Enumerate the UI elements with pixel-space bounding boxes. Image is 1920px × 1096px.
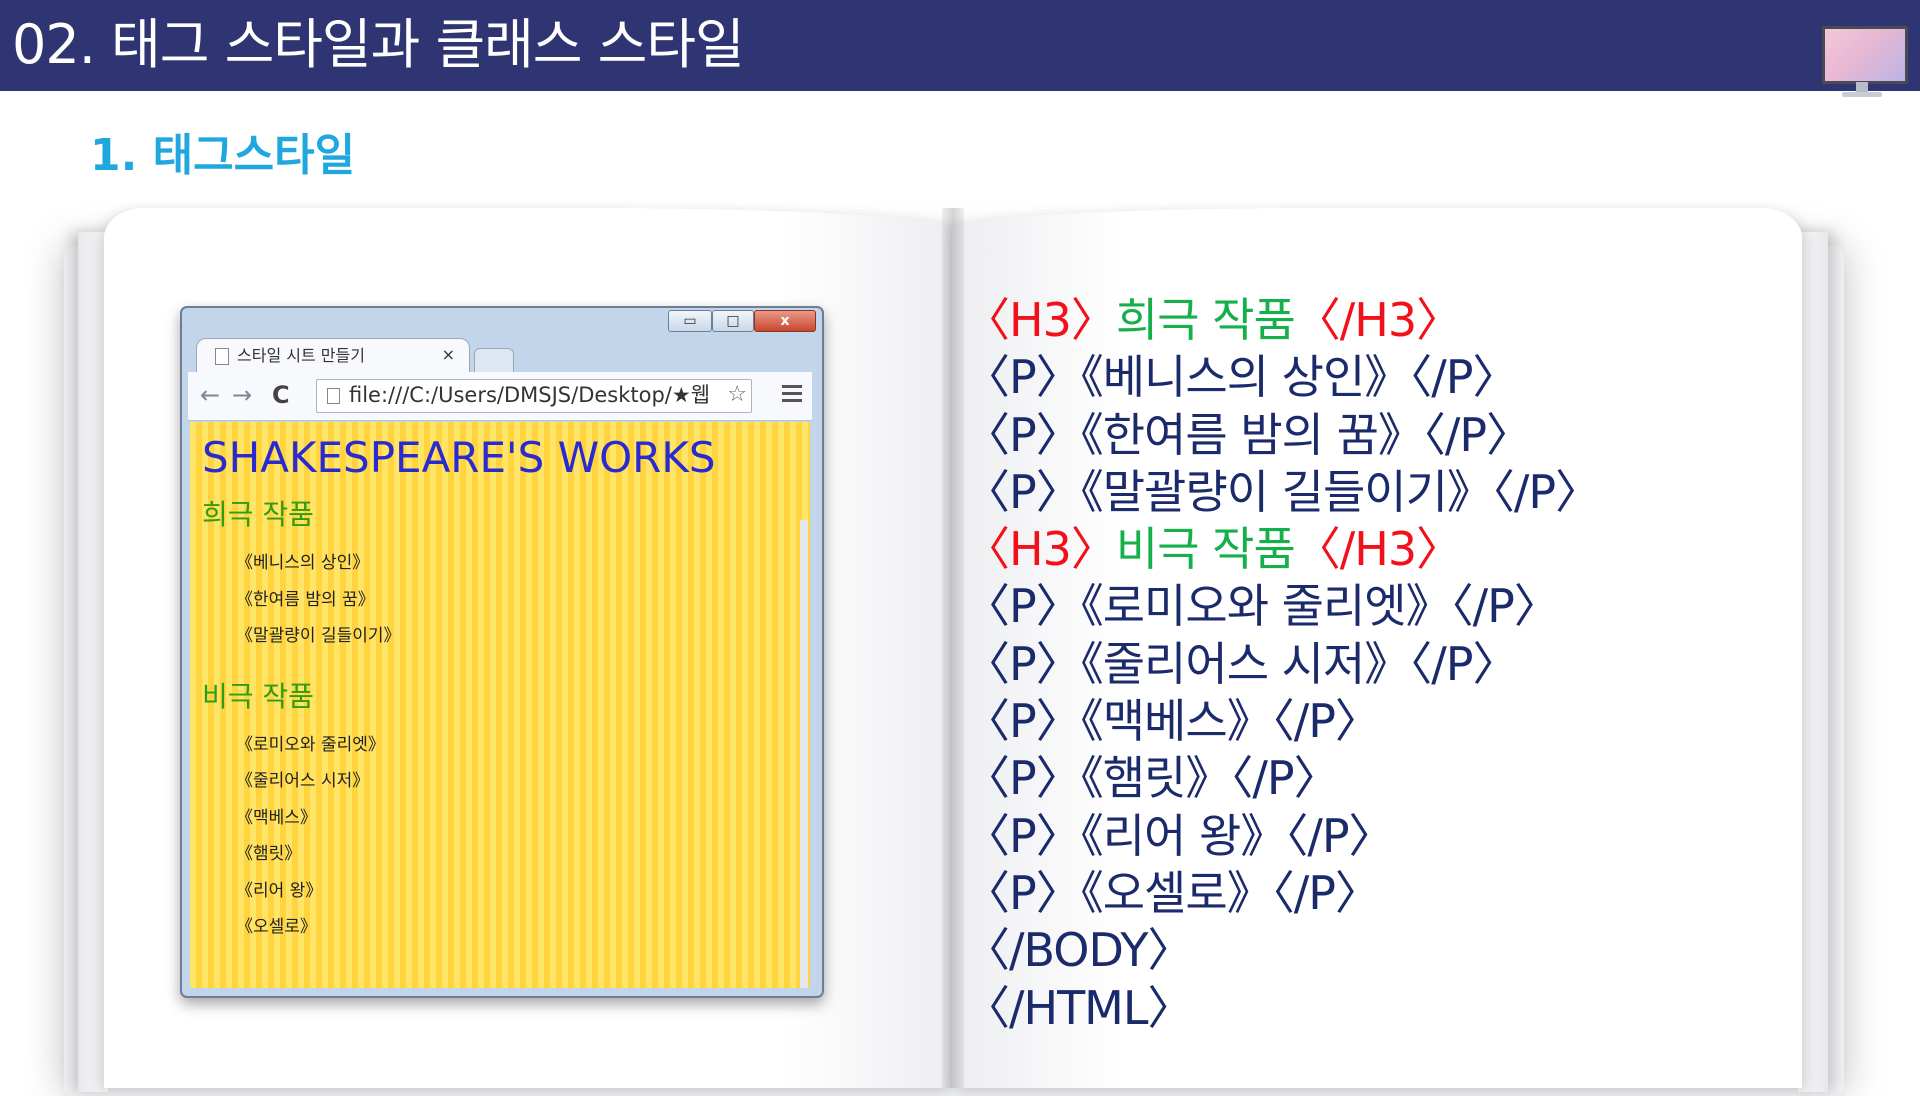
maximize-button[interactable]: □ — [712, 310, 754, 332]
code-text: 〈P〉《햄릿》〈/P〉 — [964, 751, 1340, 806]
page-section-heading: 비극 작품 — [202, 679, 314, 713]
page-list-item: 《줄리어스 시저》 — [236, 771, 370, 791]
code-heading-text: 희극 작품 — [1115, 293, 1296, 347]
code-text: 〈P〉《한여름 밤의 꿈》〈/P〉 — [964, 407, 1532, 462]
code-heading-text: 비극 작품 — [1115, 522, 1296, 577]
page-list-item: 《베니스의 상인》 — [236, 553, 370, 573]
forward-arrow-icon[interactable]: → — [232, 382, 252, 408]
code-text: 〈/BODY〉 — [964, 923, 1193, 978]
browser-toolbar: ← → C file:///C:/Users/DMSJS/Desktop/★웹 … — [188, 372, 812, 421]
code-line: 〈P〉《로미오와 줄리엣》〈/P〉 — [964, 578, 1600, 635]
page-icon — [215, 348, 229, 365]
scrollbar[interactable] — [800, 520, 808, 988]
tab-close-icon[interactable]: × — [442, 345, 455, 365]
page-icon — [327, 388, 340, 404]
page-list-item: 《햄릿》 — [236, 844, 302, 864]
minimize-button[interactable]: ▭ — [668, 310, 712, 332]
code-line: 〈P〉《햄릿》〈/P〉 — [964, 750, 1600, 807]
code-tag: 〈/H3〉 — [1294, 522, 1462, 577]
slide-title: 02. 태그 스타일과 클래스 스타일 — [12, 13, 745, 76]
code-tag: 〈H3〉 — [964, 293, 1117, 347]
menu-icon[interactable] — [782, 385, 802, 403]
code-tag: 〈/H3〉 — [1294, 293, 1462, 347]
browser-window: ▭ □ x 스타일 시트 만들기 × ← → C file:///C:/User… — [180, 306, 824, 998]
page-content: SHAKESPEARE'S WORKS 희극 작품 《베니스의 상인》 《한여름 밤… — [190, 422, 810, 988]
code-line: 〈H3〉희극 작품〈/H3〉 — [964, 292, 1600, 349]
code-line: 〈P〉《리어 왕》〈/P〉 — [964, 808, 1600, 865]
page-heading: SHAKESPEARE'S WORKS — [202, 433, 716, 482]
window-controls: ▭ □ x — [668, 310, 816, 332]
code-text: 〈P〉《말괄량이 길들이기》〈/P〉 — [964, 464, 1601, 519]
code-text: 〈P〉《오셀로》〈/P〉 — [964, 865, 1381, 920]
browser-tab[interactable]: 스타일 시트 만들기 × — [196, 338, 470, 375]
page-list-item: 《말괄량이 길들이기》 — [236, 626, 401, 646]
header-bar: 02. 태그 스타일과 클래스 스타일 — [0, 0, 1920, 97]
address-bar[interactable]: file:///C:/Users/DMSJS/Desktop/★웹 ☆ — [316, 379, 752, 413]
page-list-item: 《로미오와 줄리엣》 — [236, 734, 385, 755]
monitor-icon — [1818, 24, 1908, 100]
code-line: 〈P〉《한여름 밤의 꿈》〈/P〉 — [964, 407, 1600, 464]
page-list-item: 《리어 왕》 — [236, 880, 323, 901]
code-text: 〈P〉《맥베스》〈/P〉 — [964, 694, 1381, 749]
new-tab-button[interactable] — [474, 348, 514, 373]
code-line: 〈H3〉비극 작품〈/H3〉 — [964, 521, 1600, 578]
code-text: 〈P〉《줄리어스 시저》〈/P〉 — [964, 636, 1519, 691]
star-icon[interactable]: ☆ — [727, 382, 747, 408]
code-line: 〈P〉《말괄량이 길들이기》〈/P〉 — [964, 464, 1601, 521]
section-title: 1. 태그스타일 — [90, 130, 356, 181]
code-line: 〈P〉《줄리어스 시저》〈/P〉 — [964, 636, 1600, 693]
code-line: 〈P〉《오셀로》〈/P〉 — [964, 865, 1600, 922]
page-list-item: 《오셀로》 — [236, 917, 317, 937]
page-list-item: 《한여름 밤의 꿈》 — [236, 589, 375, 610]
code-line: 〈/BODY〉 — [964, 922, 1600, 979]
code-text: 〈P〉《리어 왕》〈/P〉 — [964, 808, 1395, 863]
code-tag: 〈H3〉 — [964, 522, 1117, 577]
tab-label: 스타일 시트 만들기 — [237, 346, 365, 365]
code-listing: 〈H3〉희극 작품〈/H3〉 〈P〉《베니스의 상인》〈/P〉 〈P〉《한여름 밤의… — [964, 292, 1601, 1037]
back-arrow-icon[interactable]: ← — [200, 382, 220, 408]
reload-icon[interactable]: C — [272, 382, 290, 408]
code-line: 〈P〉《맥베스》〈/P〉 — [964, 693, 1600, 750]
code-line: 〈/HTML〉 — [964, 980, 1600, 1037]
code-text: 〈/HTML〉 — [964, 980, 1194, 1035]
page-list-item: 《맥베스》 — [236, 807, 317, 828]
url-text: file:///C:/Users/DMSJS/Desktop/★웹 — [349, 383, 711, 407]
close-button[interactable]: x — [754, 310, 816, 332]
code-line: 〈P〉《베니스의 상인》〈/P〉 — [964, 349, 1600, 406]
code-text: 〈P〉《베니스의 상인》〈/P〉 — [964, 350, 1519, 405]
code-text: 〈P〉《로미오와 줄리엣》〈/P〉 — [964, 579, 1560, 634]
page-section-heading: 희극 작품 — [202, 498, 314, 531]
